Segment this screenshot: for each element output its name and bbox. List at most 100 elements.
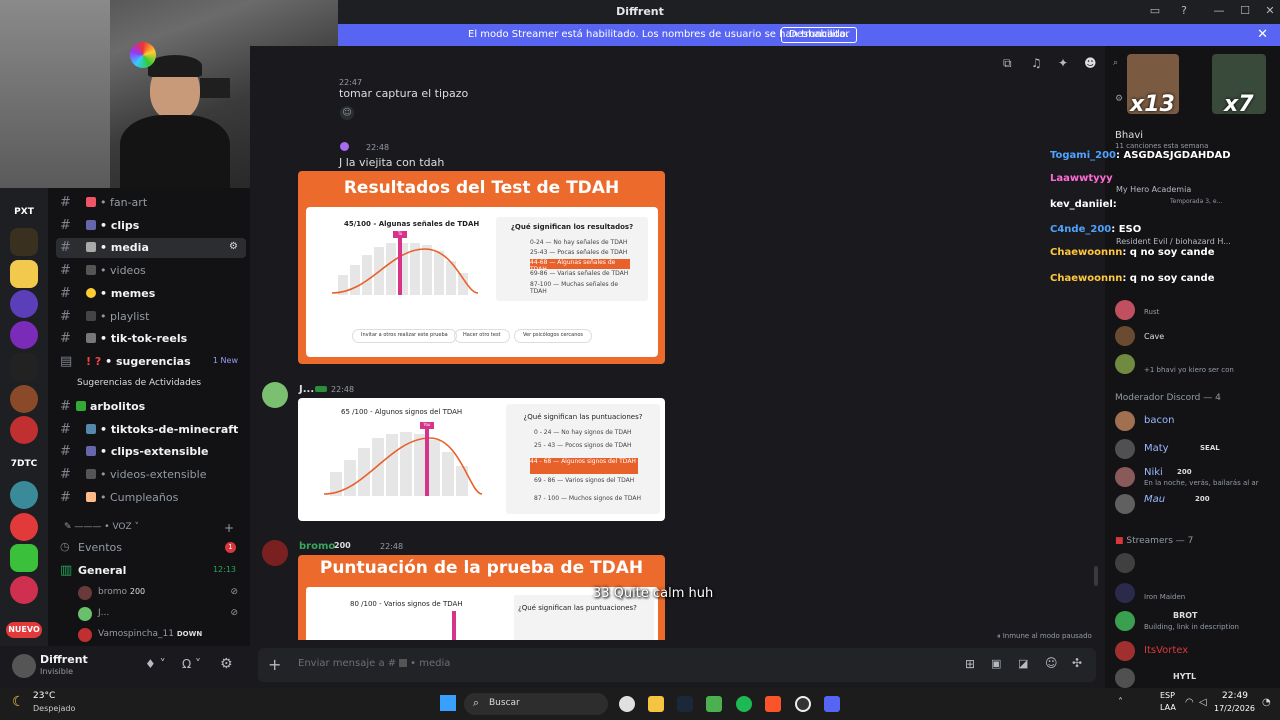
- channel-tiktoks-de-minecraft[interactable]: # • tiktoks-de-minecraft: [56, 420, 246, 440]
- channel-clips[interactable]: # • clips: [56, 216, 246, 236]
- member-item[interactable]: ItsVortex: [1115, 639, 1280, 663]
- channel-tik-tok-reels[interactable]: # • tik-tok-reels: [56, 329, 246, 349]
- settings-icon[interactable]: ⚙: [229, 241, 238, 252]
- member-item[interactable]: Niki 200 En la noche, verás, bailarás al a…: [1115, 465, 1280, 489]
- minecraft-icon[interactable]: [706, 696, 722, 712]
- activity-card[interactable]: Bhavi 11 canciones esta semana: [1115, 128, 1280, 152]
- add-attachment-icon[interactable]: +: [268, 655, 281, 674]
- member-item[interactable]: BROT Building, link in description: [1115, 609, 1280, 633]
- headphones-icon[interactable]: Ω ˅: [182, 657, 201, 671]
- wifi-icon[interactable]: ◠: [1185, 697, 1194, 708]
- disable-streamer-button[interactable]: Deshabilitar: [781, 27, 858, 43]
- members-icon[interactable]: ☻: [1084, 56, 1097, 70]
- volume-icon[interactable]: ◁: [1199, 697, 1207, 708]
- channel-playlist[interactable]: # • playlist: [56, 307, 246, 327]
- channel-media[interactable]: # • media ⚙: [56, 238, 246, 258]
- chevron-up-icon[interactable]: ˄: [1118, 697, 1123, 708]
- channel-arbolitos[interactable]: # arbolitos: [56, 397, 246, 417]
- member-item[interactable]: Rust: [1115, 298, 1280, 322]
- microphone-icon[interactable]: ♦ ˅: [145, 657, 166, 671]
- gif-icon[interactable]: ▣: [991, 657, 1001, 670]
- language-code[interactable]: ESP: [1160, 691, 1175, 700]
- member-item[interactable]: Iron Maiden: [1115, 581, 1280, 605]
- member-item[interactable]: bacon: [1115, 409, 1280, 433]
- gift-icon[interactable]: ⊞: [965, 657, 975, 671]
- steam-icon[interactable]: [677, 696, 693, 712]
- emoji-picker-icon[interactable]: ☺: [1045, 656, 1058, 670]
- clock-date[interactable]: 17/2/2026: [1214, 704, 1255, 713]
- member-item[interactable]: Mau 200: [1115, 492, 1280, 516]
- emoji-icon: [86, 446, 96, 456]
- notification-icon[interactable]: ◔: [1262, 697, 1271, 708]
- server-icon[interactable]: [10, 228, 38, 256]
- help-icon[interactable]: ?: [1176, 4, 1192, 20]
- events-item[interactable]: ◷ Eventos 1: [56, 538, 246, 558]
- apps-icon[interactable]: ✣: [1072, 656, 1082, 670]
- channel-videos-extensible[interactable]: # • videos-extensible: [56, 465, 246, 485]
- server-icon[interactable]: [10, 353, 38, 381]
- channel-videos[interactable]: # • videos: [56, 261, 246, 281]
- inbox-icon[interactable]: ▭: [1147, 4, 1163, 20]
- server-icon[interactable]: [10, 481, 38, 509]
- member-item[interactable]: [1115, 551, 1280, 575]
- spotify-icon[interactable]: [736, 696, 752, 712]
- member-item[interactable]: HYTL: [1115, 666, 1280, 690]
- server-icon[interactable]: [10, 416, 38, 444]
- channel-sugerencias[interactable]: ▤! ? • sugerencias 1 New: [56, 352, 246, 372]
- exclamation-icon: ! ?: [86, 355, 102, 368]
- discord-icon[interactable]: [824, 696, 840, 712]
- add-channel-icon[interactable]: +: [224, 521, 234, 535]
- bell-icon[interactable]: ♫: [1031, 56, 1042, 70]
- channel-fan-art[interactable]: # • fan-art: [56, 193, 246, 213]
- user-settings-icon[interactable]: ⚙: [220, 656, 233, 672]
- thread-sugerencias-actividades[interactable]: Sugerencias de Actividades: [70, 375, 246, 395]
- server-icon[interactable]: [10, 290, 38, 318]
- channel-clips-extensible[interactable]: # • clips-extensible: [56, 442, 246, 462]
- keyboard-layout[interactable]: LAA: [1160, 703, 1176, 712]
- server-icon[interactable]: [10, 260, 38, 288]
- channel-cumpleanos[interactable]: # • Cumpleaños: [56, 488, 246, 508]
- voice-member[interactable]: Vamospincha_11 DOWN: [78, 626, 246, 646]
- reaction-icon[interactable]: ☺: [340, 106, 354, 120]
- sticker-icon[interactable]: ◪: [1018, 657, 1028, 670]
- threads-icon[interactable]: ⧉: [1003, 56, 1012, 71]
- member-item[interactable]: +1 bhavi yo kiero ser con: [1115, 352, 1280, 376]
- image-attachment[interactable]: Resultados del Test de TDAH 45/100 - Alg…: [298, 171, 665, 364]
- avatar[interactable]: [12, 654, 36, 678]
- server-icon[interactable]: [10, 513, 38, 541]
- start-icon[interactable]: [440, 695, 456, 711]
- server-7dtc[interactable]: 7DTC: [10, 450, 38, 478]
- voice-category[interactable]: ✎ ——— • VOZ ˅ +: [56, 519, 246, 539]
- voice-member[interactable]: J... ⊘: [78, 605, 246, 625]
- close-icon[interactable]: ✕: [1262, 4, 1278, 20]
- pin-icon[interactable]: ✦: [1058, 56, 1068, 70]
- author-name[interactable]: bromo: [299, 541, 335, 552]
- server-icon[interactable]: [10, 385, 38, 413]
- score-label: 45/100 - Algunas señales de TDAH: [344, 220, 480, 228]
- avatar[interactable]: [262, 540, 288, 566]
- brave-icon[interactable]: [765, 696, 781, 712]
- obs-icon[interactable]: [795, 696, 811, 712]
- member-item[interactable]: Cave: [1115, 324, 1280, 348]
- minimize-icon[interactable]: —: [1211, 4, 1227, 20]
- message-input[interactable]: Enviar mensaje a # • media: [298, 658, 450, 669]
- close-banner-icon[interactable]: ✕: [1257, 27, 1268, 42]
- server-icon[interactable]: [10, 544, 38, 572]
- scrollbar[interactable]: [1094, 566, 1098, 586]
- server-icon[interactable]: [10, 576, 38, 604]
- voice-member[interactable]: bromo 200 ⊘: [78, 584, 246, 604]
- member-item[interactable]: Maty SEAL: [1115, 437, 1280, 461]
- server-icon[interactable]: [10, 321, 38, 349]
- server-pxt[interactable]: PXT: [10, 198, 38, 226]
- voice-channel-general[interactable]: ▥ General 12:13: [56, 561, 246, 581]
- chrome-icon[interactable]: [619, 696, 635, 712]
- message-composer[interactable]: + Enviar mensaje a # • media ⊞ ▣ ◪ ☺ ✣: [258, 648, 1096, 682]
- channel-memes[interactable]: # • memes: [56, 284, 246, 304]
- avatar[interactable]: [262, 382, 288, 408]
- maximize-icon[interactable]: ☐: [1237, 4, 1253, 20]
- image-attachment[interactable]: 65 /100 - Algunos signos del TDAH You ¿Q…: [298, 398, 665, 521]
- clock-time[interactable]: 22:49: [1222, 691, 1248, 701]
- taskbar-search[interactable]: ⌕ Buscar: [464, 693, 608, 715]
- author-name[interactable]: J...: [299, 384, 314, 395]
- folder-icon[interactable]: [648, 696, 664, 712]
